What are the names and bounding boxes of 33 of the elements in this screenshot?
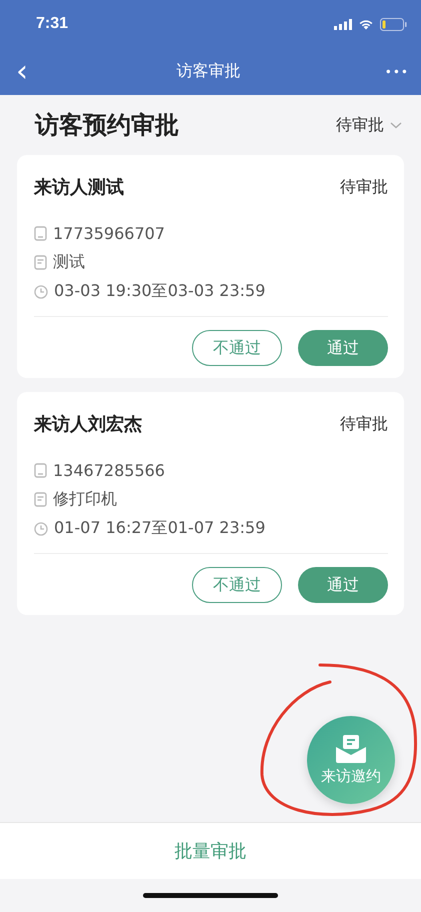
clock-icon <box>34 284 48 298</box>
batch-approve-button[interactable]: 批量审批 <box>168 838 252 864</box>
visit-time: 03-03 19:30至03-03 23:59 <box>54 281 266 302</box>
invite-button[interactable]: 来访邀约 <box>307 716 395 804</box>
approve-button[interactable]: 通过 <box>298 330 388 366</box>
phone-icon <box>34 226 47 241</box>
signal-icon <box>334 18 352 30</box>
reject-button[interactable]: 不通过 <box>192 330 282 366</box>
phone-number: 13467285566 <box>53 461 165 480</box>
document-icon <box>34 492 47 507</box>
wifi-icon <box>358 18 374 30</box>
approve-button[interactable]: 通过 <box>298 567 388 603</box>
clock-icon <box>34 522 48 536</box>
phone-number: 17735966707 <box>53 224 165 243</box>
status-time: 7:31 <box>36 15 68 33</box>
visitor-name: 来访人刘宏杰 <box>34 413 142 436</box>
page-title: 访客审批 <box>176 61 240 82</box>
visit-reason: 测试 <box>53 252 85 273</box>
phone-icon <box>34 463 47 478</box>
reject-button[interactable]: 不通过 <box>192 567 282 603</box>
visit-reason: 修打印机 <box>53 489 117 510</box>
visit-time: 01-07 16:27至01-07 23:59 <box>54 518 266 539</box>
back-button[interactable]: ‹ <box>12 56 32 86</box>
more-button[interactable]: ••• <box>384 64 409 78</box>
request-status: 待审批 <box>340 176 388 198</box>
chevron-down-icon <box>390 122 402 128</box>
document-icon <box>34 255 47 270</box>
battery-icon <box>380 18 407 30</box>
status-filter[interactable]: 待审批 <box>336 114 402 136</box>
visitor-name: 来访人测试 <box>34 176 124 199</box>
request-status: 待审批 <box>340 414 388 434</box>
section-title: 访客预约审批 <box>35 110 179 141</box>
envelope-icon <box>335 734 367 762</box>
